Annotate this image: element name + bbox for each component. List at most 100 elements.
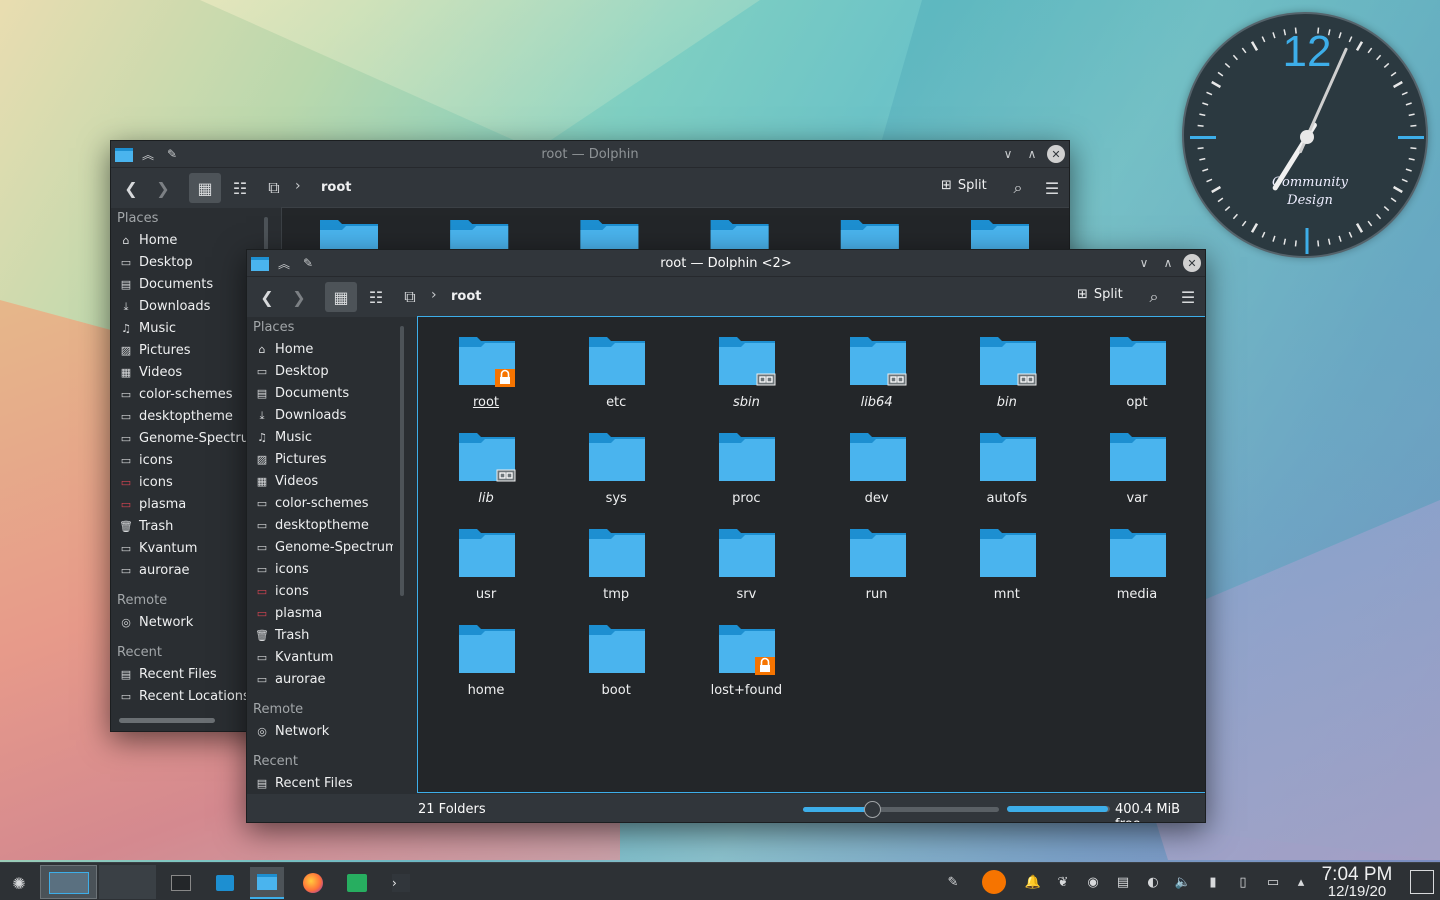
folder-item-mnt[interactable]: mnt bbox=[942, 519, 1072, 615]
places-item-icons[interactable]: ▭ icons bbox=[111, 450, 251, 472]
folder-item-autofs[interactable]: autofs bbox=[942, 423, 1072, 519]
places-item-plasma[interactable]: ▭ plasma bbox=[111, 494, 251, 516]
places-item-recent-locations[interactable]: ▭ Recent Locations bbox=[111, 686, 251, 708]
night-color-icon[interactable]: ◐ bbox=[1144, 873, 1162, 891]
places-item-pictures[interactable]: ▨ Pictures bbox=[111, 340, 251, 362]
places-item-genome-spectrum[interactable]: ▭ Genome-Spectrum bbox=[111, 428, 251, 450]
search-icon[interactable]: ⌕ bbox=[1005, 173, 1031, 203]
places-item-genome-spectrum[interactable]: ▭ Genome-Spectrum bbox=[247, 537, 393, 559]
places-item-network[interactable]: ◎ Network bbox=[247, 721, 393, 743]
task-dolphin-icon[interactable] bbox=[250, 867, 284, 899]
places-item-icons[interactable]: ▭ icons bbox=[247, 559, 393, 581]
folder-item-bin[interactable]: bin bbox=[942, 327, 1072, 423]
task-store-icon[interactable] bbox=[208, 867, 242, 899]
maximize-icon[interactable]: ∧ bbox=[1159, 254, 1177, 272]
hamburger-menu-icon[interactable]: ☰ bbox=[1039, 173, 1065, 203]
close-icon[interactable]: ✕ bbox=[1183, 254, 1201, 272]
places-item-videos[interactable]: ▦ Videos bbox=[111, 362, 251, 384]
places-item-pictures[interactable]: ▨ Pictures bbox=[247, 449, 393, 471]
pager-desktop-1[interactable] bbox=[40, 865, 97, 899]
compact-view-icon[interactable]: ☷ bbox=[361, 282, 391, 312]
split-button[interactable]: ⊞ Split bbox=[1077, 287, 1123, 302]
pager-desktop-2[interactable] bbox=[99, 865, 156, 899]
places-item-home[interactable]: ⌂ Home bbox=[111, 230, 251, 252]
icons-view-icon[interactable]: ▦ bbox=[325, 282, 357, 312]
compact-view-icon[interactable]: ☷ bbox=[225, 173, 255, 203]
hamburger-menu-icon[interactable]: ☰ bbox=[1175, 282, 1201, 312]
icons-view-icon[interactable]: ▦ bbox=[189, 173, 221, 203]
places-item-aurorae[interactable]: ▭ aurorae bbox=[247, 669, 393, 691]
search-icon[interactable]: ⌕ bbox=[1141, 282, 1167, 312]
folder-item-dev[interactable]: dev bbox=[812, 423, 942, 519]
forward-arrow-icon[interactable]: ❯ bbox=[287, 282, 311, 312]
forward-arrow-icon[interactable]: ❯ bbox=[151, 173, 175, 203]
task-konsole-icon[interactable] bbox=[164, 867, 198, 899]
back-arrow-icon[interactable]: ❮ bbox=[255, 282, 279, 312]
folder-item-lib[interactable]: lib bbox=[421, 423, 551, 519]
places-item-downloads[interactable]: ⤓ Downloads bbox=[111, 296, 251, 318]
folder-item-lib64[interactable]: lib64 bbox=[812, 327, 942, 423]
folder-item-boot[interactable]: boot bbox=[551, 615, 681, 711]
analog-clock-widget[interactable]: 12 Community Design bbox=[1182, 12, 1428, 258]
folder-item-opt[interactable]: opt bbox=[1072, 327, 1202, 423]
places-item-home[interactable]: ⌂ Home bbox=[247, 339, 393, 361]
digital-clock-time[interactable]: 7:04 PM bbox=[1318, 865, 1396, 885]
task-firefox-icon[interactable] bbox=[296, 867, 330, 899]
network-tray-icon[interactable]: ▭ bbox=[1264, 873, 1282, 891]
title-bar[interactable]: ︽ ✎ root — Dolphin ∨ ∧ ✕ bbox=[111, 141, 1069, 168]
zoom-slider-handle[interactable] bbox=[863, 801, 881, 818]
maximize-icon[interactable]: ∧ bbox=[1023, 145, 1041, 163]
places-item-icons[interactable]: ▭ icons bbox=[111, 472, 251, 494]
folder-item-lost-found[interactable]: lost+found bbox=[681, 615, 811, 711]
folder-item-sbin[interactable]: sbin bbox=[681, 327, 811, 423]
split-button[interactable]: ⊞ Split bbox=[941, 178, 987, 193]
folder-item-media[interactable]: media bbox=[1072, 519, 1202, 615]
zoom-slider[interactable] bbox=[803, 801, 999, 818]
dolphin-window-front[interactable]: ︽ ✎ root — Dolphin <2> ∨ ∧ ✕ ❮ ❯ ▦ ☷ ⧉ ›… bbox=[246, 249, 1206, 823]
folder-item-home[interactable]: home bbox=[421, 615, 551, 711]
folder-item-sys[interactable]: sys bbox=[551, 423, 681, 519]
close-icon[interactable]: ✕ bbox=[1047, 145, 1065, 163]
color-picker-icon[interactable]: ✎ bbox=[944, 873, 962, 891]
folder-item-proc[interactable]: proc bbox=[681, 423, 811, 519]
details-view-icon[interactable]: ⧉ bbox=[259, 173, 289, 203]
task-sysmonitor-icon[interactable] bbox=[340, 867, 374, 899]
clipboard-icon[interactable]: ▤ bbox=[1114, 873, 1132, 891]
places-item-plasma[interactable]: ▭ plasma bbox=[247, 603, 393, 625]
notifications-icon[interactable]: 🔔 bbox=[1024, 873, 1042, 891]
places-item-color-schemes[interactable]: ▭ color-schemes bbox=[111, 384, 251, 406]
places-item-kvantum[interactable]: ▭ Kvantum bbox=[247, 647, 393, 669]
places-item-trash[interactable]: 🗑 Trash bbox=[247, 625, 393, 647]
kde-connect-icon[interactable]: ❦ bbox=[1054, 873, 1072, 891]
places-item-trash[interactable]: 🗑 Trash bbox=[111, 516, 251, 538]
breadcrumb-root[interactable]: root bbox=[451, 289, 482, 304]
places-item-documents[interactable]: ▤ Documents bbox=[247, 383, 393, 405]
updates-icon[interactable]: ◉ bbox=[1084, 873, 1102, 891]
places-item-recent-files[interactable]: ▤ Recent Files bbox=[247, 773, 393, 795]
places-item-kvantum[interactable]: ▭ Kvantum bbox=[111, 538, 251, 560]
places-item-downloads[interactable]: ⤓ Downloads bbox=[247, 405, 393, 427]
places-item-recent-files[interactable]: ▤ Recent Files bbox=[111, 664, 251, 686]
places-item-music[interactable]: ♫ Music bbox=[247, 427, 393, 449]
folder-item-tmp[interactable]: tmp bbox=[551, 519, 681, 615]
back-arrow-icon[interactable]: ❮ bbox=[119, 173, 143, 203]
user-avatar[interactable] bbox=[982, 870, 1006, 894]
show-desktop-icon[interactable] bbox=[1410, 870, 1434, 894]
battery-icon[interactable]: ▮ bbox=[1204, 873, 1222, 891]
places-item-network[interactable]: ◎ Network bbox=[111, 612, 251, 634]
tray-expand-icon[interactable]: ▴ bbox=[1292, 873, 1310, 891]
task-terminal-icon[interactable]: › bbox=[384, 867, 418, 899]
storage-icon[interactable]: ▯ bbox=[1234, 873, 1252, 891]
places-item-music[interactable]: ♫ Music bbox=[111, 318, 251, 340]
folder-item-srv[interactable]: srv bbox=[681, 519, 811, 615]
volume-icon[interactable]: 🔈 bbox=[1174, 873, 1192, 891]
application-launcher-icon[interactable]: ✺ bbox=[2, 867, 36, 899]
places-item-desktop[interactable]: ▭ Desktop bbox=[111, 252, 251, 274]
places-item-desktoptheme[interactable]: ▭ desktoptheme bbox=[247, 515, 393, 537]
digital-clock-date[interactable]: 12/19/20 bbox=[1318, 884, 1396, 900]
minimize-icon[interactable]: ∨ bbox=[1135, 254, 1153, 272]
folder-item-var[interactable]: var bbox=[1072, 423, 1202, 519]
places-item-aurorae[interactable]: ▭ aurorae bbox=[111, 560, 251, 582]
places-item-color-schemes[interactable]: ▭ color-schemes bbox=[247, 493, 393, 515]
places-item-documents[interactable]: ▤ Documents bbox=[111, 274, 251, 296]
